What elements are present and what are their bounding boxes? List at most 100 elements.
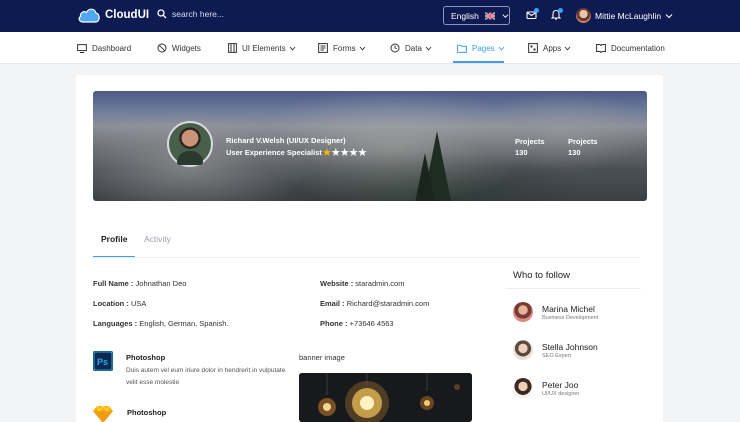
detail-label: Full Name : [93,279,134,288]
nav-item-data[interactable]: Data [390,32,432,64]
main-nav: Dashboard Widgets UI Elements Forms Data… [0,32,740,64]
apps-icon [528,43,538,53]
detail-value: English, German, Spanish. [139,319,229,328]
circle-slash-icon [157,43,167,53]
detail-value: USA [130,299,147,308]
language-label: English [451,10,479,21]
detail-value[interactable]: Richard@staradmin.com [347,299,430,308]
chevron-down-icon [289,46,295,50]
media-label: banner image [299,353,345,362]
star-icon: ★ [348,147,359,159]
nav-label: Forms [333,43,356,53]
language-select[interactable]: English [443,6,510,25]
light-bulbs-illustration [299,373,472,422]
chevron-down-icon [359,46,366,50]
detail-value: Johnathan Deo [135,279,187,288]
stat-value: 130 [515,148,528,157]
skill-title: Photoshop [127,408,167,417]
sketch-icon [93,405,113,422]
nav-item-widgets[interactable]: Widgets [157,32,201,64]
detail-label: Email : [320,299,345,308]
who-to-follow-title: Who to follow [513,270,571,281]
detail-location: Location : USA [93,299,146,308]
svg-text:Ps: Ps [97,357,108,367]
stat-label: Projects [568,137,598,146]
profile-role: User Experience Specialist [226,148,322,157]
follow-name[interactable]: Peter Joo [542,380,578,390]
nav-item-apps[interactable]: Apps [528,32,571,64]
detail-phone: Phone : +73646 4563 [320,319,394,328]
search-box[interactable]: search here... [157,9,224,19]
tabs-divider [93,257,640,258]
detail-value[interactable]: staradmin.com [355,279,404,288]
search-input[interactable]: search here... [172,9,224,19]
monitor-icon [77,43,87,53]
follow-role: Business Development [542,315,599,321]
chevron-down-icon [502,13,509,18]
tree-decoration [411,153,439,201]
avatar[interactable] [513,302,533,322]
nav-item-dashboard[interactable]: Dashboard [77,32,131,64]
user-menu[interactable]: Mittie McLaughlin [576,8,673,23]
detail-email: Email : Richard@staradmin.com [320,299,429,308]
profile-avatar-shirt [177,151,203,165]
follow-name[interactable]: Stella Johnson [542,342,598,352]
user-name: Mittie McLaughlin [595,10,662,21]
star-icon: ★ [357,147,368,159]
star-icon: ★ [330,147,341,159]
message-badge [534,8,539,13]
top-bar: CloudUI search here... English Mittie Mc… [0,0,740,32]
app-name: CloudUI [105,9,150,21]
nav-item-ui-elements[interactable]: UI Elements [228,32,296,64]
detail-value: +73646 4563 [349,319,394,328]
chevron-down-icon [425,46,432,50]
follow-role: SEO Expert [542,353,572,359]
nav-item-pages[interactable]: Pages [457,32,505,64]
messages-button[interactable] [526,8,539,22]
detail-label: Languages : [93,319,138,328]
nav-item-forms[interactable]: Forms [318,32,366,64]
star-icon: ★ [339,147,350,159]
stat-projects: Projects 130 [568,136,598,158]
stat-label: Projects [515,137,545,146]
chevron-down-icon [665,13,673,18]
rating-stars: ★★★★★ [322,146,368,159]
avatar[interactable] [513,340,533,360]
active-nav-indicator [453,61,504,63]
avatar [576,8,591,23]
clock-icon [390,43,400,53]
profile-name: Richard V.Welsh (UI/UX Designer) [226,136,346,145]
star-icon: ★ [322,147,332,159]
book-icon [596,44,606,53]
detail-label: Phone : [320,319,348,328]
search-icon [157,9,167,19]
nav-label: Dashboard [92,43,132,53]
avatar[interactable] [513,378,533,398]
uk-flag-icon [484,11,496,20]
columns-icon [228,43,237,53]
who-to-follow-divider [506,288,641,289]
chevron-down-icon [564,46,571,50]
follow-name[interactable]: Marina Michel [542,304,595,314]
nav-label: Pages [472,43,495,53]
chevron-down-icon [498,46,505,50]
nav-label: Apps [543,43,562,53]
profile-banner: Richard V.Welsh (UI/UX Designer) User Ex… [93,91,647,201]
skill-title: Photoshop [126,353,166,362]
detail-website: Website : staradmin.com [320,279,404,288]
cloud-icon [78,8,100,23]
follow-role: UI/UX designer [542,391,580,397]
tab-profile[interactable]: Profile [101,234,127,244]
nav-label: Widgets [172,43,201,53]
skill-description: Duis autem vel eum iriure dolor in hendr… [126,367,286,386]
nav-item-documentation[interactable]: Documentation [596,32,665,64]
brand-logo[interactable]: CloudUI [77,6,149,24]
nav-label: UI Elements [242,43,286,53]
detail-label: Website : [320,279,354,288]
nav-label: Data [405,43,422,53]
tab-activity[interactable]: Activity [144,234,171,244]
notification-badge [558,8,563,13]
notifications-button[interactable] [550,8,563,22]
photoshop-icon: Ps [93,351,113,371]
stat-projects: Projects 130 [515,136,545,158]
